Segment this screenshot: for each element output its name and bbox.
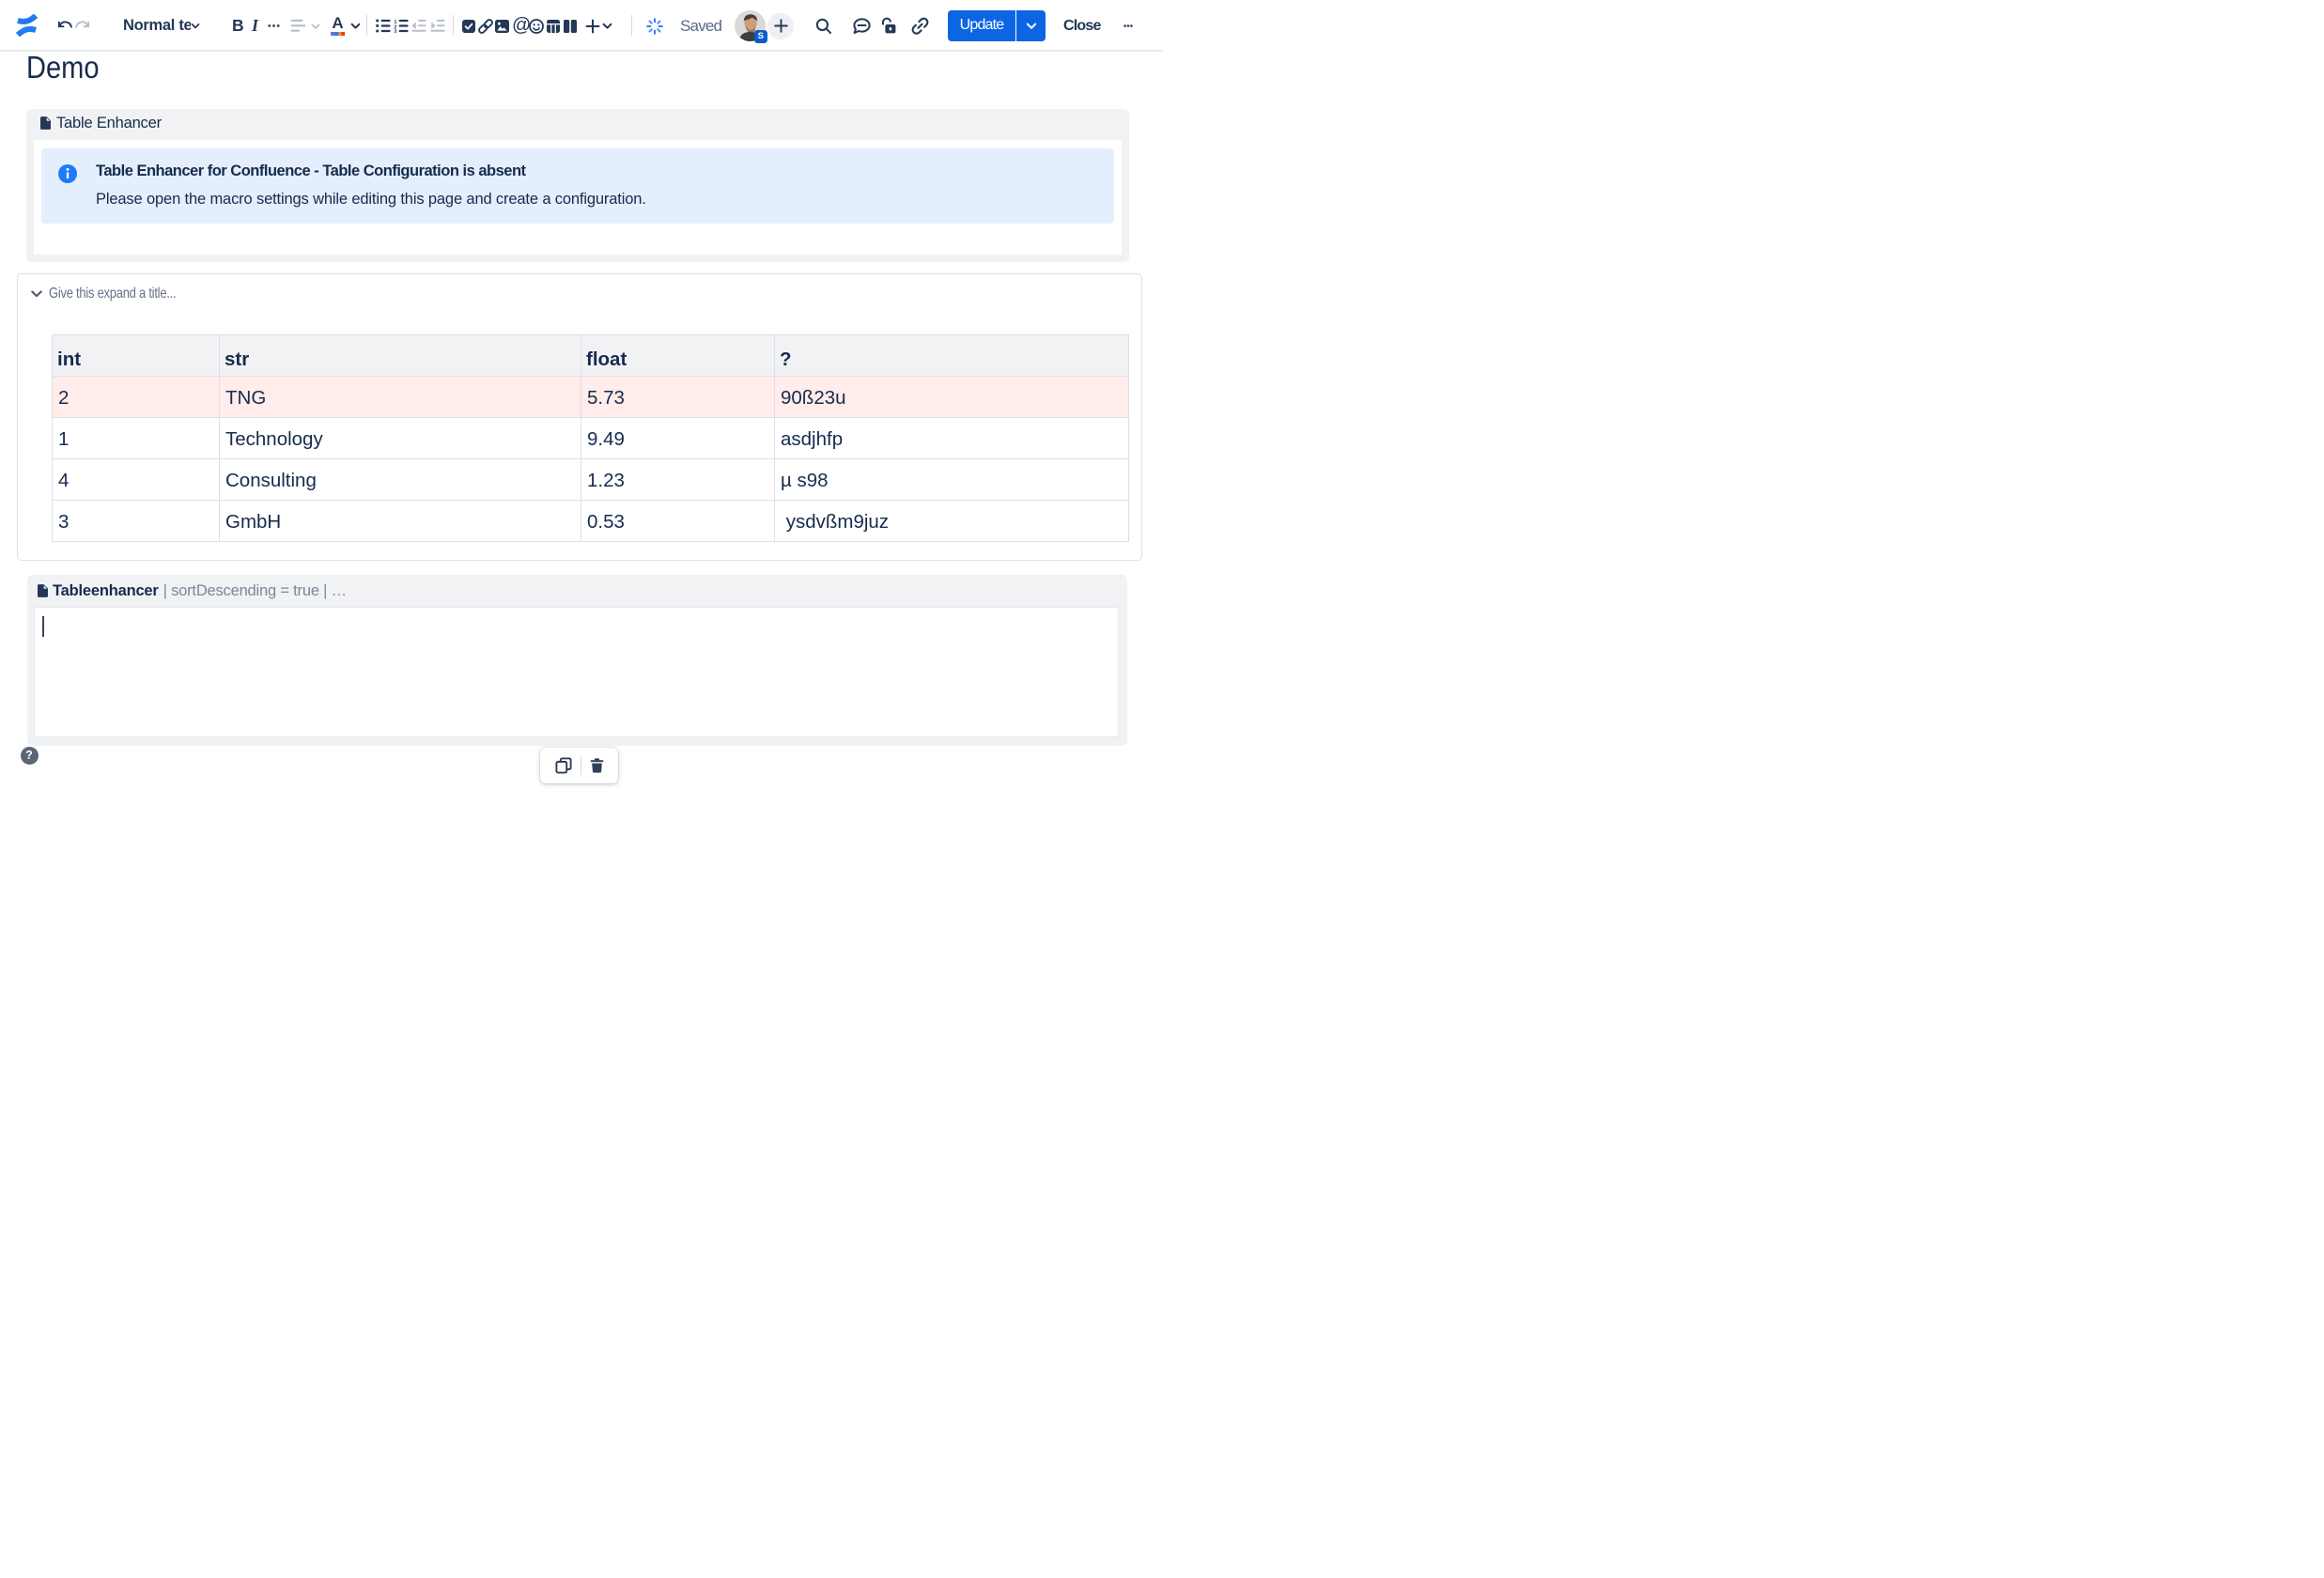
svg-text:3: 3 — [394, 30, 396, 33]
